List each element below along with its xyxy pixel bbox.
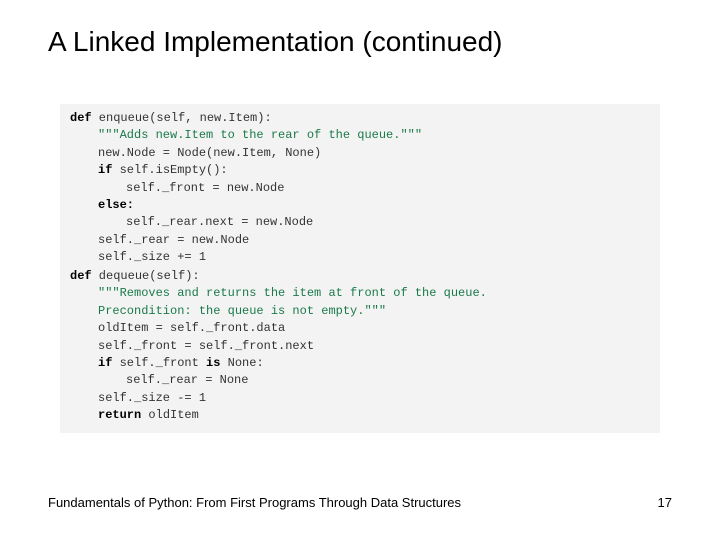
code-text: self._size -= 1 <box>98 391 206 405</box>
keyword: if <box>98 356 112 370</box>
code-text: dequeue(self): <box>92 269 200 283</box>
code-block-enqueue: def enqueue(self, new.Item): """Adds new… <box>60 104 660 275</box>
keyword: is <box>206 356 220 370</box>
code-text: self._front <box>112 356 206 370</box>
docstring: """Adds new.Item to the rear of the queu… <box>98 128 422 142</box>
code-text: self._rear = None <box>126 373 248 387</box>
code-text: self._rear = new.Node <box>98 233 249 247</box>
code-text: self._front = new.Node <box>126 181 284 195</box>
code-text: self.isEmpty(): <box>112 163 227 177</box>
code-text: enqueue(self, new.Item): <box>92 111 272 125</box>
keyword: else: <box>98 198 134 212</box>
code-text: self._rear.next = new.Node <box>126 215 313 229</box>
docstring: Precondition: the queue is not empty.""" <box>98 304 386 318</box>
keyword: def <box>70 111 92 125</box>
code-text: oldItem = self._front.data <box>98 321 285 335</box>
keyword: def <box>70 269 92 283</box>
code-text: self._front = self._front.next <box>98 339 314 353</box>
slide-title: A Linked Implementation (continued) <box>48 26 503 58</box>
keyword: return <box>98 408 141 422</box>
code-block-dequeue: def dequeue(self): """Removes and return… <box>60 262 660 433</box>
footer-text: Fundamentals of Python: From First Progr… <box>48 495 461 510</box>
code-text: None: <box>220 356 263 370</box>
keyword: if <box>98 163 112 177</box>
page-number: 17 <box>658 495 672 510</box>
code-text: oldItem <box>141 408 199 422</box>
docstring: """Removes and returns the item at front… <box>98 286 487 300</box>
code-text: new.Node = Node(new.Item, None) <box>98 146 321 160</box>
